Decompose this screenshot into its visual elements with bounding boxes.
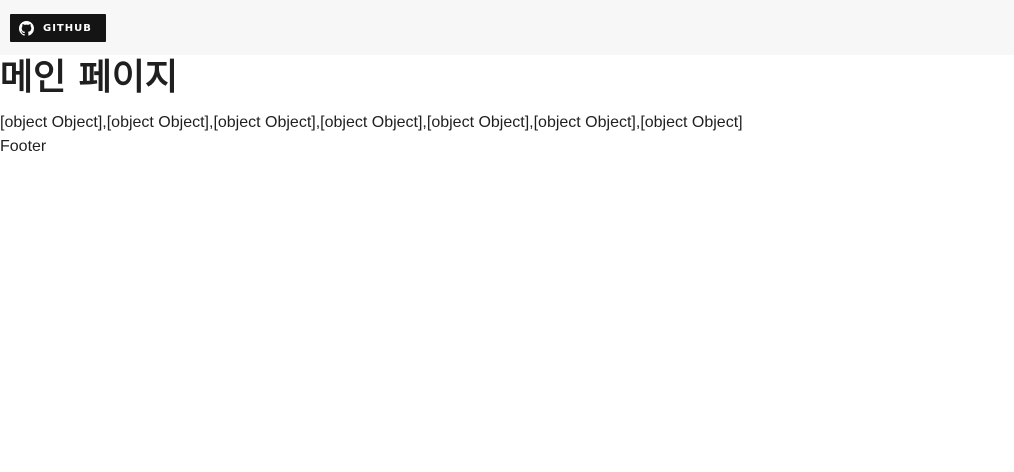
footer-text: Footer (0, 138, 47, 155)
github-label: GITHUB (43, 22, 92, 34)
github-icon (19, 20, 34, 36)
top-bar: GITHUB (0, 0, 1014, 55)
github-button[interactable]: GITHUB (10, 14, 106, 42)
content-text: [object Object],[object Object],[object … (0, 114, 743, 131)
page-title: 메인 페이지 (0, 57, 179, 98)
